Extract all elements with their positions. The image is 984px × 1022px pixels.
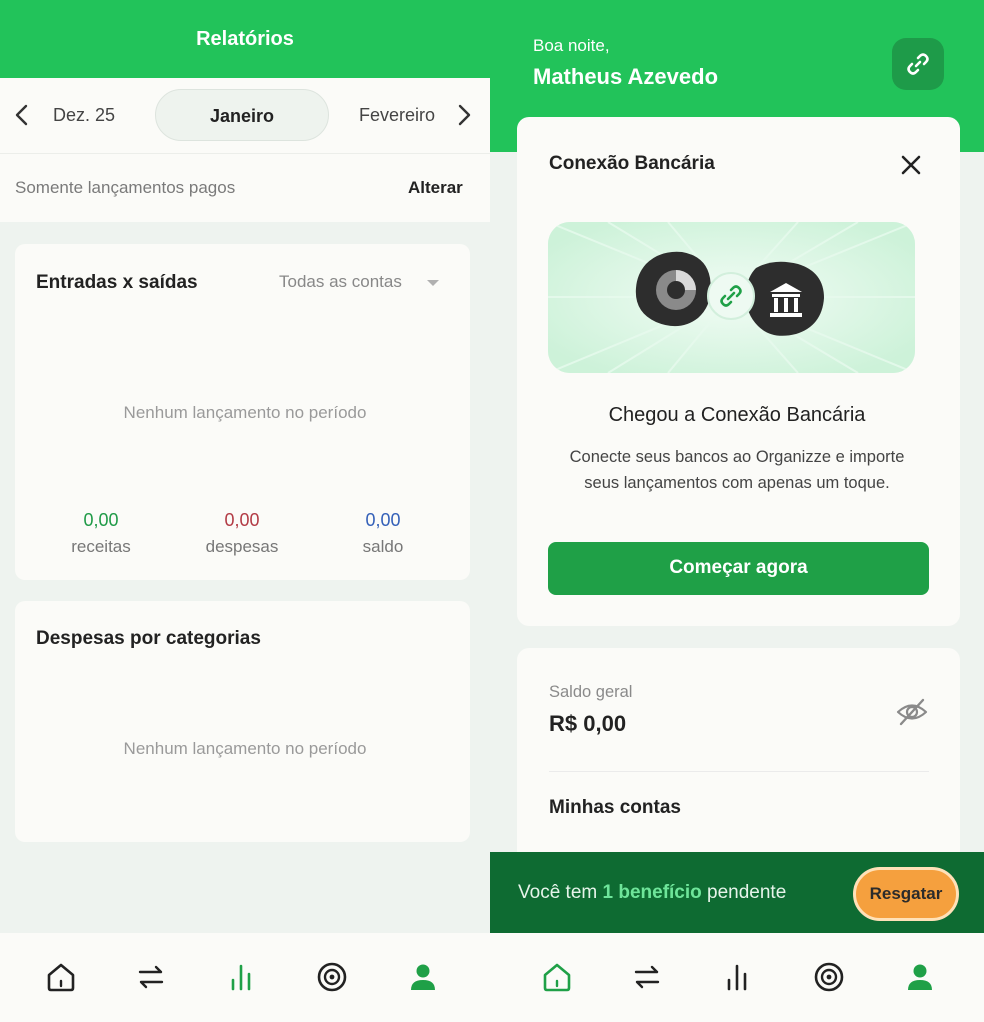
divider	[0, 153, 490, 154]
benefit-prefix: Você tem	[518, 882, 603, 903]
chevron-left-icon[interactable]	[8, 100, 36, 130]
expense-value: 0,00	[224, 510, 260, 530]
profile-icon[interactable]	[406, 960, 440, 994]
filter-text: Somente lançamentos pagos	[15, 178, 236, 197]
profile-icon[interactable]	[903, 960, 937, 994]
empty-message: Nenhum lançamento no período	[123, 403, 367, 422]
filter-change-link[interactable]: Alterar	[408, 178, 463, 198]
category-title: Despesas por categorias	[36, 628, 261, 649]
income-label: receitas	[71, 537, 131, 556]
balance-label: Saldo geral	[549, 683, 633, 701]
benefit-suffix: pendente	[701, 882, 787, 903]
home-screen: Boa noite, Matheus Azevedo Conexão Bancá…	[490, 0, 984, 1022]
expense-label: despesas	[205, 537, 279, 556]
reports-screen: Relatórios Dez. 25 Janeiro Fevereiro Som…	[0, 0, 490, 1022]
redeem-button[interactable]: Resgatar	[853, 867, 959, 921]
goals-icon[interactable]	[315, 960, 349, 994]
account-filter-dropdown[interactable]: Todas as contas	[279, 272, 402, 292]
home-icon[interactable]	[44, 960, 78, 994]
link-icon	[907, 53, 929, 75]
redeem-label: Resgatar	[869, 884, 943, 903]
divider	[549, 771, 929, 772]
transactions-icon[interactable]	[134, 960, 168, 994]
empty-message: Nenhum lançamento no período	[123, 739, 367, 758]
reports-icon[interactable]	[224, 960, 258, 994]
illustration-graphic	[548, 222, 915, 373]
home-icon[interactable]	[540, 960, 574, 994]
income-value: 0,00	[83, 510, 119, 530]
close-icon[interactable]	[898, 152, 924, 178]
greeting: Boa noite,	[533, 36, 610, 55]
eye-off-icon[interactable]	[895, 697, 929, 727]
balance-label: saldo	[362, 537, 404, 556]
income-expense-title: Entradas x saídas	[36, 272, 198, 293]
user-name: Matheus Azevedo	[533, 64, 719, 89]
balance-value: 0,00	[365, 510, 401, 530]
page-title: Relatórios	[196, 28, 294, 50]
balance-value: R$ 0,00	[549, 711, 627, 736]
benefit-text: Você tem 1 benefício pendente	[518, 882, 786, 904]
reports-icon[interactable]	[720, 960, 754, 994]
month-current-pill[interactable]: Janeiro	[155, 89, 329, 141]
transactions-icon[interactable]	[630, 960, 664, 994]
bank-connection-title: Conexão Bancária	[549, 153, 715, 174]
my-accounts-title: Minhas contas	[549, 797, 681, 818]
start-now-label: Começar agora	[669, 557, 808, 578]
bank-connection-description: Conecte seus bancos ao Organizze e impor…	[569, 448, 905, 492]
chevron-right-icon[interactable]	[450, 100, 478, 130]
benefit-highlight: 1 benefício	[602, 882, 702, 903]
bank-connection-button[interactable]	[892, 38, 944, 90]
bank-connection-illustration	[548, 222, 915, 373]
month-prev[interactable]: Dez. 25	[53, 105, 115, 126]
goals-icon[interactable]	[812, 960, 846, 994]
start-now-button[interactable]: Começar agora	[548, 542, 929, 595]
bank-connection-headline: Chegou a Conexão Bancária	[608, 404, 866, 426]
month-current-label: Janeiro	[209, 106, 275, 126]
month-next[interactable]: Fevereiro	[359, 105, 435, 126]
caret-down-icon[interactable]	[427, 280, 439, 286]
